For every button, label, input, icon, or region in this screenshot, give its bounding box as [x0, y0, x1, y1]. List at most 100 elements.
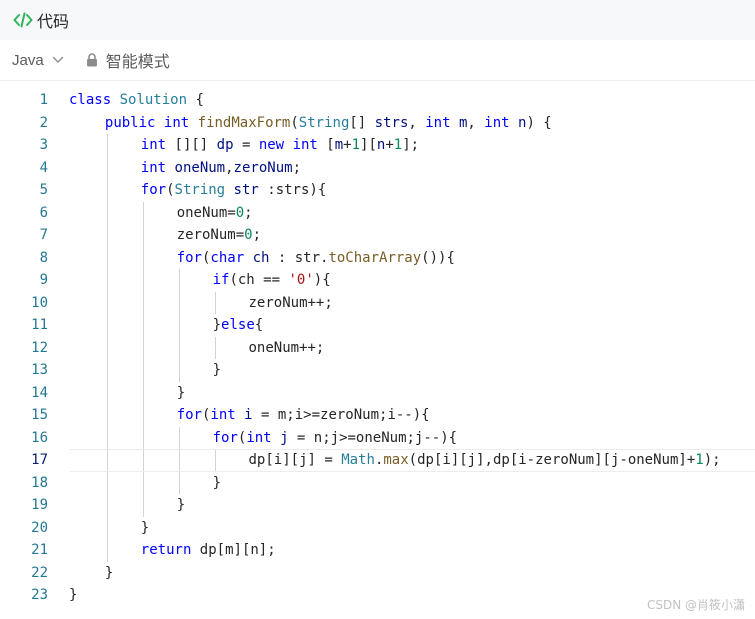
- line-number: 15: [31, 407, 48, 423]
- indent-guide: [178, 269, 180, 292]
- indent-guide: [142, 336, 144, 359]
- code-token: }: [212, 362, 222, 378]
- language-select[interactable]: Java: [12, 52, 64, 69]
- code-line[interactable]: 12 oneNum++;: [0, 336, 755, 359]
- code-token: dp: [216, 137, 234, 153]
- line-number: 12: [31, 339, 48, 356]
- line-number: 22: [31, 564, 48, 581]
- code-line[interactable]: 3 int [][] dp = new int [m+1][n+1];: [0, 134, 755, 157]
- code-token: {: [254, 317, 264, 333]
- code-line[interactable]: 21 return dp[m][n];: [0, 539, 755, 562]
- code-line[interactable]: 22}: [0, 562, 755, 585]
- code-token: dp[m][n];: [191, 542, 276, 558]
- code-token: int: [163, 114, 190, 131]
- code-line[interactable]: 10 zeroNum++;: [0, 291, 755, 314]
- code-line[interactable]: 16 for(int j = n;j>=oneNum;j--){: [0, 426, 755, 450]
- code-token: ;: [292, 159, 301, 176]
- line-number: 21: [31, 542, 48, 558]
- code-text: }: [177, 494, 185, 517]
- code-text: for(String str :strs){: [141, 179, 326, 202]
- indent-guide: [106, 539, 108, 562]
- code-token: for: [176, 407, 202, 423]
- code-token: toCharArray: [328, 249, 422, 266]
- indent-guide: [106, 156, 108, 179]
- code-token: 0: [235, 204, 245, 221]
- code-line[interactable]: 8 for(char ch : str.toCharArray()){: [0, 246, 755, 269]
- code-token: ,: [408, 114, 426, 131]
- indent-guide: [178, 426, 180, 449]
- code-token: for: [140, 182, 167, 198]
- line-number: 10: [31, 294, 48, 311]
- code-line[interactable]: 4 int oneNum,zeroNum;: [0, 156, 755, 179]
- code-text: class Solution {: [69, 89, 204, 112]
- code-token: (: [166, 182, 175, 198]
- code-text: zeroNum=0;: [177, 224, 261, 247]
- code-line[interactable]: 14}: [0, 381, 755, 404]
- indent-guide: [142, 381, 144, 404]
- code-line[interactable]: 9 if(ch == '0'){: [0, 269, 755, 292]
- code-text: }: [105, 562, 113, 585]
- code-token: oneNum++;: [248, 339, 325, 356]
- smart-mode-toggle[interactable]: 智能模式: [86, 48, 170, 72]
- indent-guide: [106, 224, 108, 247]
- code-token: max: [383, 452, 409, 468]
- code-line[interactable]: 1 class Solution {: [0, 89, 755, 112]
- code-text: for(int j = n;j>=oneNum;j--){: [213, 427, 457, 450]
- line-number: 8: [39, 249, 48, 266]
- code-token: class: [69, 92, 112, 108]
- code-token: zeroNum=: [176, 227, 245, 243]
- code-token: ){: [313, 272, 331, 288]
- code-text: }: [213, 359, 221, 382]
- code-token: j: [280, 429, 289, 446]
- code-line[interactable]: 17 dp[i][j] = Math.max(dp[i][j],dp[i-zero…: [0, 449, 755, 472]
- code-line[interactable]: 2 public int findMaxForm(String[] strs, i…: [0, 112, 755, 135]
- code-token: );: [703, 452, 721, 468]
- code-text: int [][] dp = new int [m+1][n+1];: [141, 134, 419, 157]
- code-line[interactable]: 18}: [0, 471, 755, 494]
- indent-guide: [106, 134, 108, 157]
- code-line[interactable]: 15 for(int i = m;i>=zeroNum;i--){: [0, 404, 755, 427]
- code-token: zeroNum: [233, 159, 293, 176]
- code-token: dp[i][j] =: [248, 452, 342, 468]
- line-number: 3: [39, 137, 48, 153]
- code-token: i: [244, 407, 253, 423]
- code-token: else: [221, 317, 255, 333]
- code-token: (ch ==: [229, 272, 289, 288]
- indent-guide: [106, 201, 108, 224]
- code-token: ()){: [421, 249, 455, 266]
- code-token: (dp[i][j],dp[i-zeroNum][j-oneNum]+: [408, 452, 696, 468]
- code-token: int: [292, 137, 318, 153]
- indent-guide: [142, 201, 144, 224]
- indent-guide: [214, 336, 216, 359]
- line-number: 5: [39, 182, 48, 198]
- indent-guide: [142, 494, 144, 517]
- code-token: }: [176, 384, 186, 401]
- code-token: }: [212, 317, 222, 333]
- code-line[interactable]: 5 for(String str :strs){: [0, 179, 755, 202]
- code-token: str: [233, 182, 259, 198]
- indent-guide: [106, 179, 108, 202]
- code-line[interactable]: 19}: [0, 494, 755, 517]
- code-line[interactable]: 6 oneNum=0;: [0, 201, 755, 224]
- code-line[interactable]: 7 zeroNum=0;: [0, 224, 755, 247]
- indent-guide: [178, 471, 180, 494]
- code-editor[interactable]: 1 class Solution {2 public int findMaxForm…: [0, 89, 755, 607]
- watermark: CSDN @肖筱小瀟: [646, 598, 745, 612]
- code-line[interactable]: 23}: [0, 584, 755, 607]
- code-token: findMaxForm: [197, 114, 291, 131]
- line-number: 20: [31, 519, 48, 536]
- indent-guide: [178, 314, 180, 337]
- code-token: Math: [341, 452, 375, 468]
- chevron-down-icon: [52, 56, 64, 64]
- code-token: ;: [244, 204, 253, 221]
- code-line[interactable]: 11}else{: [0, 314, 755, 337]
- line-number: 13: [31, 362, 48, 378]
- code-line[interactable]: 13}: [0, 359, 755, 382]
- code-token: }: [176, 497, 186, 513]
- indent-guide: [106, 359, 108, 382]
- code-line[interactable]: 20}: [0, 516, 755, 539]
- code-token: int: [140, 137, 167, 153]
